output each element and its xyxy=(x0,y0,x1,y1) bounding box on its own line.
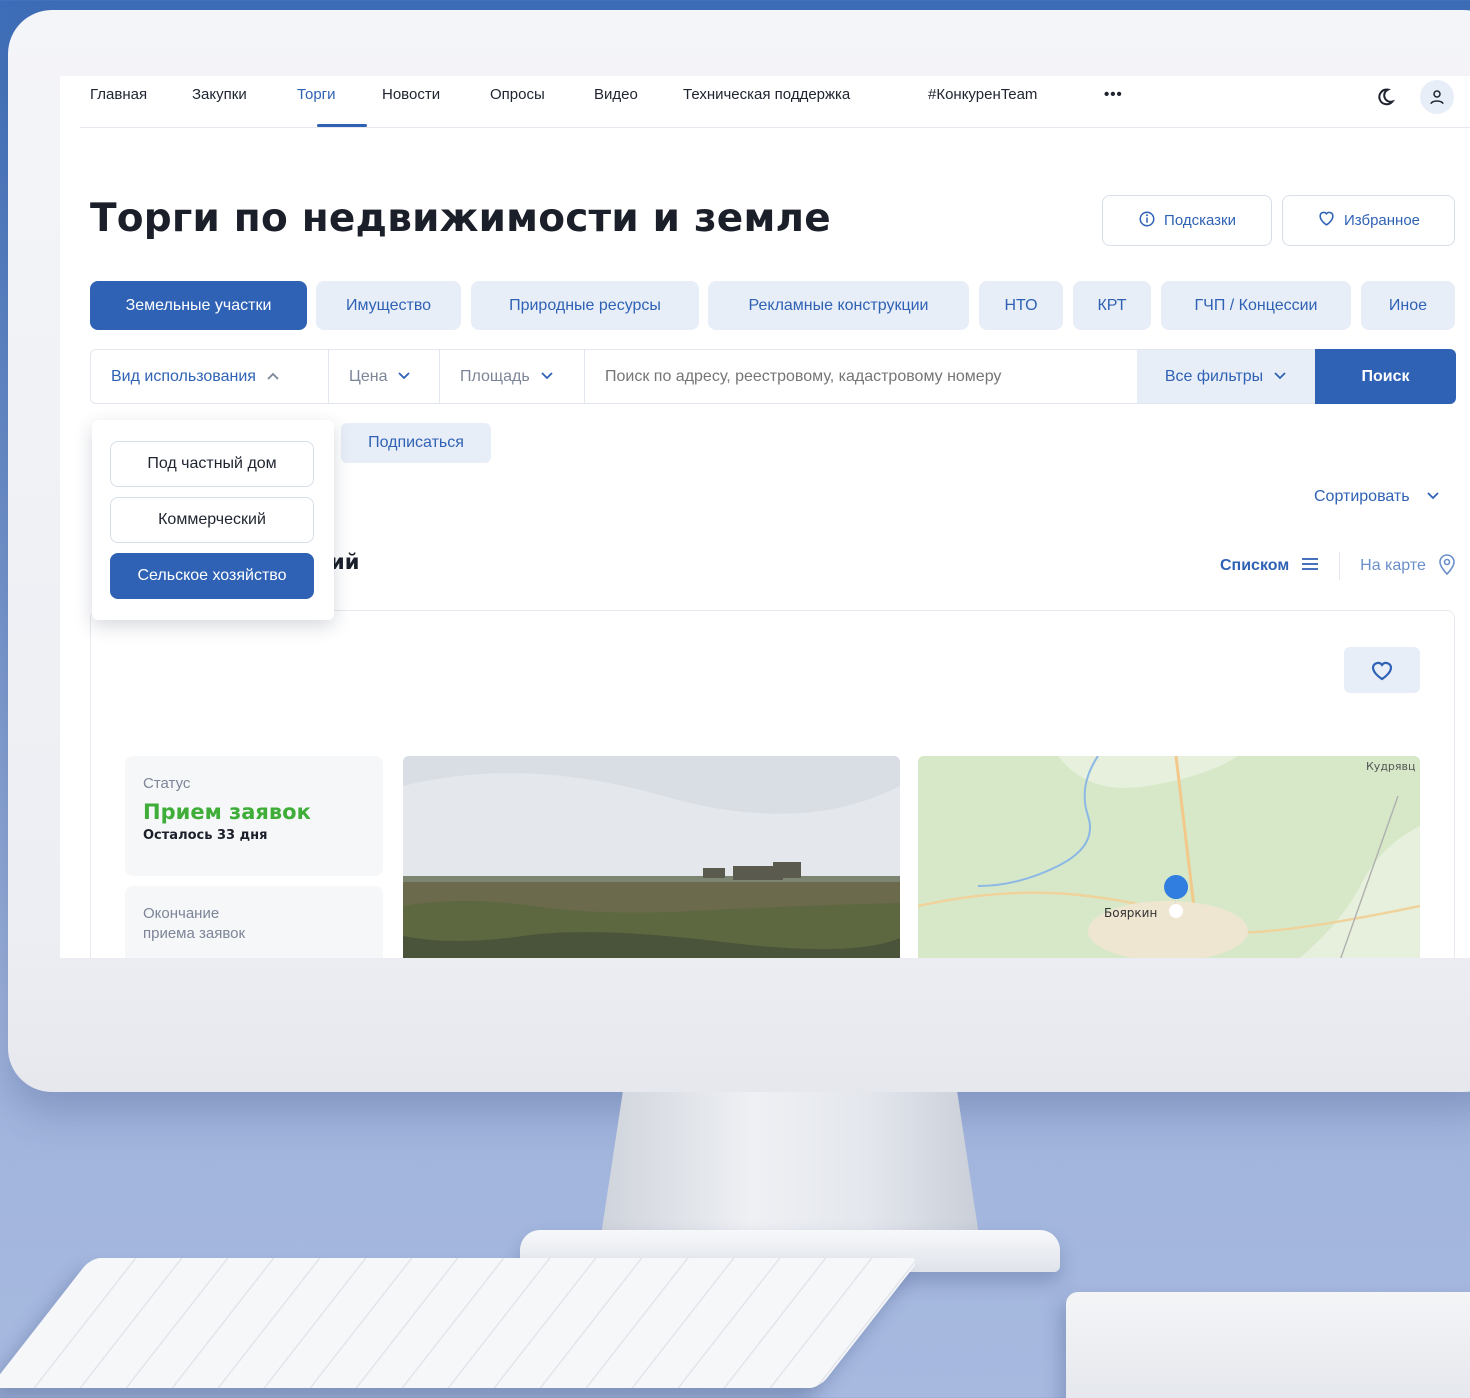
tab-ad-structures[interactable]: Рекламные конструкции xyxy=(708,281,969,330)
price-filter[interactable]: Цена xyxy=(329,350,440,403)
search-input[interactable] xyxy=(585,350,1137,403)
filter-bar: Вид использования Цена Площадь Все фильт xyxy=(90,349,1456,404)
page-title: Торги по недвижимости и земле xyxy=(90,196,831,241)
usage-type-filter[interactable]: Вид использования xyxy=(91,350,329,403)
usage-type-label: Вид использования xyxy=(111,367,256,385)
tab-other[interactable]: Иное xyxy=(1361,281,1455,330)
tab-nto[interactable]: НТО xyxy=(979,281,1063,330)
favorites-button[interactable]: Избранное xyxy=(1282,195,1455,246)
browser-screen: Главная Закупки Торги Новости Опросы Вид… xyxy=(60,76,1470,958)
subscribe-button[interactable]: Подписаться xyxy=(341,423,491,463)
usage-option-commercial[interactable]: Коммерческий xyxy=(110,497,314,543)
map-pin-icon[interactable] xyxy=(1438,553,1456,580)
tab-krt[interactable]: КРТ xyxy=(1073,281,1151,330)
remaining-time: Осталось 33 дня xyxy=(143,828,268,843)
tab-property[interactable]: Имущество xyxy=(316,281,461,330)
list-view-label[interactable]: Списком xyxy=(1220,557,1289,575)
field-photo-illustration xyxy=(403,756,900,958)
favorites-label: Избранное xyxy=(1343,212,1421,229)
nav-item-konkurenteam[interactable]: #КонкуренTeam xyxy=(928,86,1037,103)
more-menu-icon[interactable]: ••• xyxy=(1104,86,1123,103)
add-favorite-button[interactable] xyxy=(1344,647,1420,693)
user-profile-icon[interactable] xyxy=(1420,80,1454,114)
area-label: Площадь xyxy=(460,367,530,385)
heart-icon xyxy=(1371,661,1393,681)
nav-item-auctions[interactable]: Торги xyxy=(297,86,336,103)
listing-map[interactable]: Кудрявц Бояркин xyxy=(918,756,1420,958)
monitor-stand xyxy=(600,1092,980,1242)
chevron-down-icon xyxy=(540,368,554,386)
dark-mode-icon[interactable] xyxy=(1368,80,1402,114)
keyboard xyxy=(0,1258,921,1388)
deadline-box: Окончание приема заявок xyxy=(125,886,383,958)
sort-dropdown[interactable]: Сортировать xyxy=(1314,488,1440,506)
heart-icon xyxy=(1317,209,1336,232)
active-nav-indicator xyxy=(317,124,367,127)
chevron-down-icon xyxy=(397,368,411,386)
all-filters-button[interactable]: Все фильтры xyxy=(1137,350,1315,403)
nav-item-purchases[interactable]: Закупки xyxy=(192,86,247,103)
status-value: Прием заявок xyxy=(143,800,311,824)
map-place-label: Кудрявц xyxy=(1366,760,1416,773)
hints-button[interactable]: Подсказки xyxy=(1102,195,1272,246)
nav-item-news[interactable]: Новости xyxy=(382,86,440,103)
info-icon xyxy=(1138,210,1156,232)
sort-label: Сортировать xyxy=(1314,488,1410,505)
top-navigation: Главная Закупки Торги Новости Опросы Вид… xyxy=(80,76,1470,128)
list-icon[interactable] xyxy=(1301,556,1319,577)
price-label: Цена xyxy=(349,367,388,385)
usage-option-private-house[interactable]: Под частный дом xyxy=(110,441,314,487)
map-place-label: Бояркин xyxy=(1104,906,1158,920)
chevron-down-icon xyxy=(1273,368,1287,386)
all-filters-label: Все фильтры xyxy=(1164,367,1264,385)
nav-item-video[interactable]: Видео xyxy=(594,86,638,103)
nav-item-polls[interactable]: Опросы xyxy=(490,86,545,103)
search-button[interactable]: Поиск xyxy=(1315,349,1456,404)
tab-land-plots[interactable]: Земельные участки xyxy=(90,281,307,330)
tab-ppp-concessions[interactable]: ГЧП / Концессии xyxy=(1161,281,1351,330)
chevron-up-icon xyxy=(266,368,280,386)
results-title: ий xyxy=(330,550,360,574)
chevron-down-icon xyxy=(1426,488,1440,506)
usage-type-dropdown: Под частный дом Коммерческий Сельское хо… xyxy=(92,420,334,620)
nav-item-main[interactable]: Главная xyxy=(90,86,147,103)
listing-photo[interactable] xyxy=(403,756,900,958)
tab-natural-resources[interactable]: Природные ресурсы xyxy=(471,281,699,330)
trackpad xyxy=(1066,1292,1470,1398)
status-label: Статус xyxy=(143,775,191,792)
status-box: Статус Прием заявок Осталось 33 дня xyxy=(125,756,383,876)
deadline-label: Окончание приема заявок xyxy=(143,905,246,942)
hints-label: Подсказки xyxy=(1164,212,1236,229)
view-divider xyxy=(1339,552,1341,580)
usage-option-agriculture[interactable]: Сельское хозяйство xyxy=(110,553,314,599)
monitor-frame: Главная Закупки Торги Новости Опросы Вид… xyxy=(8,10,1470,1092)
nav-item-support[interactable]: Техническая поддержка xyxy=(683,86,850,103)
map-view-label[interactable]: На карте xyxy=(1360,557,1426,575)
view-switch: Списком На карте xyxy=(1220,552,1456,580)
map-illustration xyxy=(918,756,1420,958)
area-filter[interactable]: Площадь xyxy=(440,350,585,403)
